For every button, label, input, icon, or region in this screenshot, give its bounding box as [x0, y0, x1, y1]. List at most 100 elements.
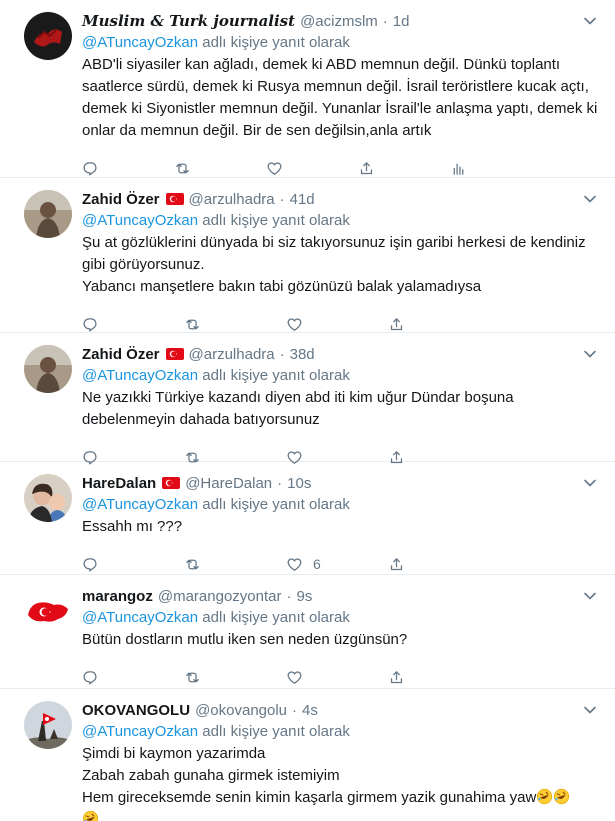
tweet[interactable]: Muslim & Turk journalist @acizmslm · 1d … — [0, 0, 615, 178]
mention-link[interactable]: @ATuncayOzkan — [82, 367, 198, 384]
like-icon — [287, 317, 302, 331]
share-button[interactable] — [388, 316, 490, 333]
avatar[interactable] — [24, 345, 72, 393]
share-icon — [390, 317, 403, 330]
tweet[interactable]: HareDalan @HareDalan · 10s @ATuncayOzkan… — [0, 462, 615, 575]
share-icon — [360, 161, 373, 174]
reply-button[interactable] — [82, 556, 184, 573]
timestamp[interactable]: 41d — [290, 191, 315, 208]
timestamp[interactable]: 1d — [393, 13, 410, 30]
reply-button[interactable] — [82, 316, 184, 333]
retweet-button[interactable] — [174, 160, 266, 177]
user-handle[interactable]: @marangozyontar — [158, 588, 282, 605]
chevron-down-icon[interactable] — [583, 476, 597, 490]
user-handle[interactable]: @arzulhadra — [189, 191, 275, 208]
user-handle[interactable]: @acizmslm — [300, 13, 378, 30]
mention-link[interactable]: @ATuncayOzkan — [82, 723, 198, 740]
analytics-icon — [453, 163, 464, 175]
tweet-text-line: debelenmeyin dahada batıyorsunuz — [82, 411, 320, 428]
avatar[interactable] — [24, 12, 72, 60]
tweet[interactable]: Zahid Özer @arzulhadra · 38d @ATuncayOzk… — [0, 333, 615, 465]
avatar[interactable] — [24, 474, 72, 522]
like-button[interactable]: 6 — [286, 556, 388, 573]
avatar[interactable] — [24, 587, 72, 635]
turkish-flag-icon — [165, 348, 184, 360]
separator-dot: · — [277, 474, 283, 492]
analytics-button[interactable] — [450, 160, 542, 177]
like-button[interactable] — [286, 316, 388, 333]
tweet[interactable]: OKOVANGOLU @okovangolu · 4s @ATuncayOzka… — [0, 689, 615, 821]
reply-button[interactable] — [82, 669, 184, 686]
reply-icon — [83, 161, 97, 176]
mention-link[interactable]: @ATuncayOzkan — [82, 34, 198, 51]
like-icon — [287, 670, 302, 684]
share-button[interactable] — [358, 160, 450, 177]
display-name[interactable]: HareDalan — [82, 475, 156, 492]
mention-link[interactable]: @ATuncayOzkan — [82, 496, 198, 513]
reply-button[interactable] — [82, 160, 174, 177]
tweet-text-line: gibi görüyorsunuz. — [82, 256, 205, 273]
rolling-laughing-emoji — [553, 788, 570, 805]
display-name[interactable]: Zahid Özer — [82, 191, 160, 208]
tweet-text-line: Bütün dostların mutlu iken sen neden üzg… — [82, 631, 408, 648]
like-count: 6 — [313, 556, 321, 572]
avatar[interactable] — [24, 190, 72, 238]
mention-link[interactable]: @ATuncayOzkan — [82, 212, 198, 229]
avatar[interactable] — [24, 701, 72, 749]
mention-link[interactable]: @ATuncayOzkan — [82, 609, 198, 626]
user-handle[interactable]: @okovangolu — [195, 702, 287, 719]
tweet-header: Zahid Özer @arzulhadra · 38d — [82, 343, 599, 365]
tweet-text-line: ABD'li siyasiler kan ağladı, demek ki AB… — [82, 56, 561, 73]
separator-dot: · — [292, 701, 298, 719]
separator-dot: · — [279, 345, 285, 363]
reply-context-label: adlı kişiye yanıt olarak — [202, 496, 350, 513]
tweet-text-fragment: Hem gireceksemde senin kimin kaşarla gir… — [82, 789, 537, 806]
rolling-laughing-emoji — [536, 788, 553, 805]
like-button[interactable] — [286, 669, 388, 686]
timestamp[interactable]: 10s — [287, 475, 311, 492]
retweet-button[interactable] — [184, 556, 286, 573]
tweet[interactable]: Zahid Özer @arzulhadra · 41d @ATuncayOzk… — [0, 178, 615, 333]
reply-context: @ATuncayOzkan adlı kişiye yanıt olarak — [82, 494, 599, 516]
chevron-down-icon[interactable] — [583, 347, 597, 361]
display-name[interactable]: marangoz — [82, 588, 153, 605]
user-handle[interactable]: @HareDalan — [185, 475, 272, 492]
display-name[interactable]: Zahid Özer — [82, 346, 160, 363]
tweet-text-line: Zabah zabah gunaha girmek istemiyim — [82, 767, 340, 784]
retweet-button[interactable] — [184, 669, 286, 686]
share-button[interactable] — [388, 556, 490, 573]
reply-icon — [83, 317, 97, 332]
chevron-down-icon[interactable] — [583, 192, 597, 206]
reply-icon — [83, 557, 97, 572]
chevron-down-icon[interactable] — [583, 14, 597, 28]
reply-context: @ATuncayOzkan adlı kişiye yanıt olarak — [82, 210, 599, 232]
tweet-header: HareDalan @HareDalan · 10s — [82, 472, 599, 494]
reply-icon — [83, 670, 97, 685]
display-name[interactable]: Muslim & Turk journalist — [82, 12, 295, 30]
timestamp[interactable]: 4s — [302, 702, 318, 719]
display-name[interactable]: OKOVANGOLU — [82, 702, 190, 719]
retweet-button[interactable] — [184, 316, 286, 333]
reply-context: @ATuncayOzkan adlı kişiye yanıt olarak — [82, 607, 599, 629]
tweet-header: Zahid Özer @arzulhadra · 41d — [82, 188, 599, 210]
like-icon — [267, 161, 282, 175]
tweet[interactable]: marangoz @marangozyontar · 9s @ATuncayOz… — [0, 575, 615, 689]
tweet-text-line: Ne yazıkki Türkiye kazandı diyen abd iti… — [82, 389, 514, 406]
tweet-text-line: demek ki Siyonistler memnun değil. Yunan… — [82, 100, 598, 117]
timestamp[interactable]: 38d — [290, 346, 315, 363]
separator-dot: · — [279, 190, 285, 208]
user-handle[interactable]: @arzulhadra — [189, 346, 275, 363]
reply-context: @ATuncayOzkan adlı kişiye yanıt olarak — [82, 365, 599, 387]
chevron-down-icon[interactable] — [583, 703, 597, 717]
tweet-text: Şu at gözlüklerini dünyada bi siz takıyo… — [82, 232, 599, 298]
tweet-text: Bütün dostların mutlu iken sen neden üzg… — [82, 629, 599, 651]
chevron-down-icon[interactable] — [583, 589, 597, 603]
timestamp[interactable]: 9s — [296, 588, 312, 605]
reply-context: @ATuncayOzkan adlı kişiye yanıt olarak — [82, 721, 599, 743]
share-button[interactable] — [388, 669, 490, 686]
tweet-text-line: Yabancı manşetlere bakın tabi gözünüzü b… — [82, 278, 482, 295]
reply-context-label: adlı kişiye yanıt olarak — [202, 367, 350, 384]
separator-dot: · — [382, 12, 388, 30]
like-button[interactable] — [266, 160, 358, 177]
separator-dot: · — [286, 587, 292, 605]
